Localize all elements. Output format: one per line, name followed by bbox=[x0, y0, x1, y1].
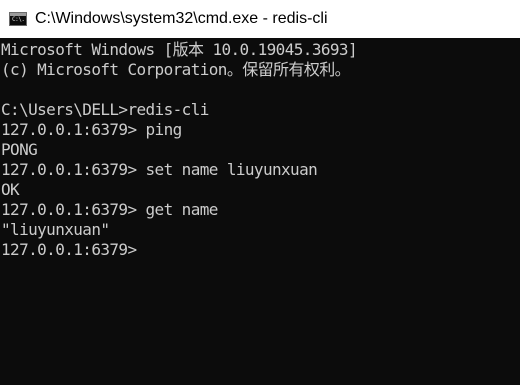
window-title: C:\Windows\system32\cmd.exe - redis-cli bbox=[35, 10, 328, 27]
icon-prompt-text: C:\. bbox=[12, 16, 25, 23]
title-bar[interactable]: C:\. C:\Windows\system32\cmd.exe - redis… bbox=[0, 0, 520, 38]
console-output: Microsoft Windows [版本 10.0.19045.3693] (… bbox=[1, 40, 358, 260]
console-line-command-get: 127.0.0.1:6379> get name bbox=[1, 200, 218, 219]
console-line-response-ok: OK bbox=[1, 180, 20, 199]
console-prompt-line[interactable]: 127.0.0.1:6379> bbox=[1, 240, 357, 260]
console-line-command-ping: 127.0.0.1:6379> ping bbox=[1, 120, 182, 139]
console-line-command-redis-cli: C:\Users\DELL>redis-cli bbox=[1, 100, 209, 119]
cmd-window: C:\. C:\Windows\system32\cmd.exe - redis… bbox=[0, 0, 520, 385]
console-line-response-pong: PONG bbox=[1, 140, 38, 159]
console-line-command-set: 127.0.0.1:6379> set name liuyunxuan bbox=[1, 160, 318, 179]
cmd-console-icon[interactable]: C:\. bbox=[9, 12, 27, 26]
console-line-response-value: "liuyunxuan" bbox=[1, 220, 110, 239]
console-area[interactable]: Microsoft Windows [版本 10.0.19045.3693] (… bbox=[0, 38, 520, 385]
console-line-copyright: (c) Microsoft Corporation。保留所有权利。 bbox=[1, 60, 351, 79]
console-line-version: Microsoft Windows [版本 10.0.19045.3693] bbox=[1, 40, 358, 59]
